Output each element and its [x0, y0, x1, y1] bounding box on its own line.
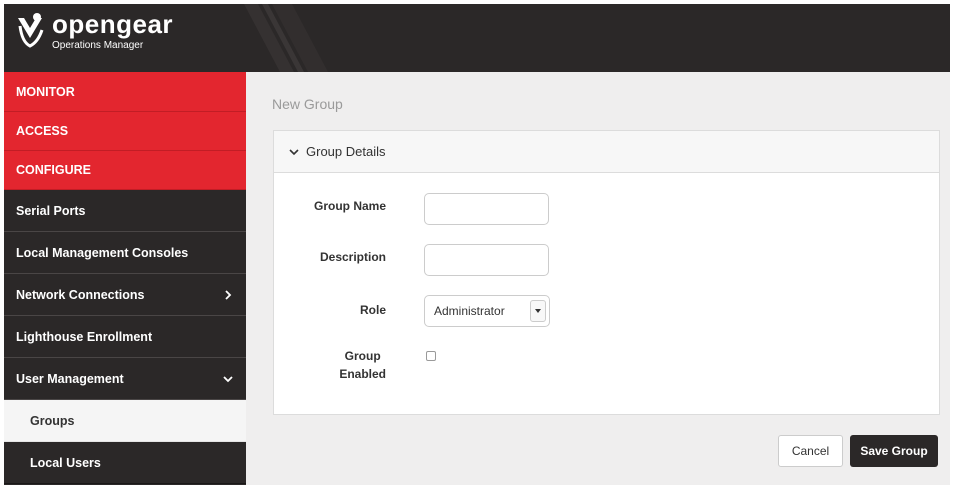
sidebar: MONITOR ACCESS CONFIGURE Serial Ports Lo…	[4, 72, 246, 485]
chevron-right-icon	[222, 289, 234, 301]
sidebar-item-label: Network Connections	[16, 287, 145, 302]
sidebar-item-label: ACCESS	[16, 124, 69, 138]
description-input[interactable]	[424, 244, 549, 276]
sidebar-item-configure[interactable]: CONFIGURE	[4, 151, 246, 190]
sidebar-item-monitor[interactable]: MONITOR	[4, 72, 246, 112]
group-name-input[interactable]	[424, 193, 549, 225]
cancel-button[interactable]: Cancel	[778, 435, 843, 467]
group-details-header[interactable]: Group Details	[274, 131, 939, 173]
sidebar-item-user-management[interactable]: User Management	[4, 358, 246, 400]
group-details-panel: Group Details Group Name Description Rol…	[273, 130, 940, 415]
main-content: New Group Group Details Group Name Descr…	[246, 72, 950, 485]
group-enabled-label: Group Enabled	[339, 347, 386, 383]
sidebar-item-label: User Management	[16, 371, 124, 386]
sidebar-item-label: Groups	[30, 413, 75, 428]
sidebar-item-serial-ports[interactable]: Serial Ports	[4, 190, 246, 232]
panel-title: Group Details	[306, 144, 386, 159]
app-header: opengear Operations Manager	[4, 4, 950, 72]
brand-name: opengear	[52, 9, 174, 39]
sidebar-item-label: Local Management Consoles	[16, 245, 189, 260]
sidebar-item-groups[interactable]: Groups	[4, 400, 246, 442]
header-decoration	[244, 4, 328, 72]
sidebar-item-local-users[interactable]: Local Users	[4, 442, 246, 484]
save-group-button[interactable]: Save Group	[850, 435, 938, 467]
page-title: New Group	[272, 96, 343, 112]
dropdown-arrow-icon	[530, 300, 546, 322]
sidebar-item-label: MONITOR	[16, 84, 75, 99]
sidebar-item-label: Local Users	[30, 455, 101, 470]
sidebar-item-lighthouse-enrollment[interactable]: Lighthouse Enrollment	[4, 316, 246, 358]
sidebar-item-label: CONFIGURE	[16, 163, 91, 177]
opengear-logo[interactable]: opengear Operations Manager	[16, 10, 173, 52]
group-enabled-label-line1: Group	[344, 349, 381, 363]
group-name-label: Group Name	[313, 199, 386, 213]
role-label: Role	[359, 303, 386, 317]
group-enabled-label-line2: Enabled	[339, 367, 386, 381]
opengear-logo-icon	[18, 13, 44, 48]
chevron-down-icon	[222, 373, 234, 385]
brand-subtitle: Operations Manager	[52, 40, 144, 51]
sidebar-item-network-connections[interactable]: Network Connections	[4, 274, 246, 316]
role-select[interactable]: Administrator	[424, 295, 550, 327]
sidebar-item-label: Lighthouse Enrollment	[16, 329, 153, 344]
sidebar-item-local-management-consoles[interactable]: Local Management Consoles	[4, 232, 246, 274]
role-select-value: Administrator	[434, 304, 505, 318]
sidebar-item-label: Serial Ports	[16, 203, 86, 218]
description-label: Description	[319, 250, 386, 264]
chevron-down-icon	[288, 146, 300, 158]
sidebar-item-access[interactable]: ACCESS	[4, 112, 246, 151]
group-enabled-checkbox[interactable]	[426, 351, 436, 361]
